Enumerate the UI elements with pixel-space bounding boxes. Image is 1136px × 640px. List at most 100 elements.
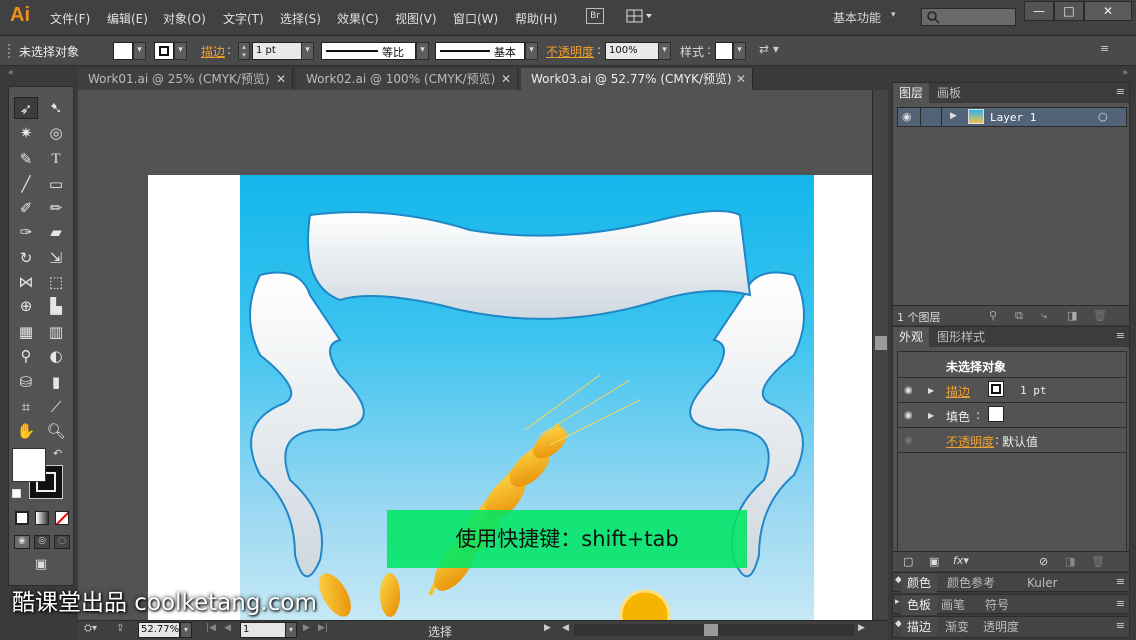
stroke-weight-value[interactable]: 1 pt — [1020, 384, 1047, 397]
horizontal-scrollbar[interactable] — [574, 624, 854, 636]
scrollbar-thumb[interactable] — [704, 624, 718, 636]
default-colors-icon[interactable] — [12, 489, 21, 498]
status-menu-icon[interactable]: ▶ — [544, 623, 551, 633]
menu-object[interactable]: 对象(O) — [163, 10, 206, 27]
visibility-eye-icon[interactable]: ◉ — [904, 410, 913, 421]
none-mode-icon[interactable] — [55, 511, 69, 525]
panel-menu-icon[interactable]: ≡ — [1116, 575, 1125, 588]
export-icon[interactable]: ⇪ — [116, 623, 124, 634]
stroke-dropdown[interactable]: ▾ — [174, 42, 187, 60]
fill-color-box[interactable] — [12, 448, 46, 482]
expand-triangle-icon[interactable]: ▶ — [928, 411, 934, 420]
panel-menu-icon[interactable]: ≡ — [1116, 329, 1125, 342]
maximize-button[interactable]: □ — [1054, 1, 1084, 21]
new-sublayer-icon[interactable]: ⤷ — [1041, 309, 1047, 323]
zoom-tool-icon[interactable]: 🔍︎ — [44, 420, 68, 442]
stroke-weight-field[interactable]: 1 pt — [252, 42, 302, 60]
scroll-left-icon[interactable]: ◀ — [562, 623, 569, 633]
tab-graphic-styles[interactable]: 图形样式 — [931, 327, 991, 347]
menu-help[interactable]: 帮助(H) — [515, 10, 557, 27]
scale-tool-icon[interactable]: ⇲ — [44, 247, 68, 269]
opacity-dropdown[interactable]: ▾ — [658, 42, 671, 60]
tab-color-guide[interactable]: 颜色参考 — [941, 573, 1001, 593]
width-tool-icon[interactable]: ⋈ — [14, 271, 38, 293]
swap-colors-icon[interactable]: ↶ — [53, 447, 62, 460]
draw-behind-icon[interactable]: ◎ — [34, 535, 50, 549]
tab-layers[interactable]: 图层 — [893, 83, 930, 103]
mesh-tool-icon[interactable]: ▦ — [14, 321, 38, 343]
appearance-opacity-label[interactable]: 不透明度 — [946, 433, 994, 450]
previous-page-icon[interactable]: ◀ — [224, 623, 231, 633]
expand-panels-icon[interactable]: » — [1122, 68, 1128, 78]
visibility-eye-icon[interactable]: ◉ — [904, 385, 913, 396]
rectangle-tool-icon[interactable]: ▭ — [44, 173, 68, 195]
menu-window[interactable]: 窗口(W) — [453, 10, 498, 27]
eyedropper-tool-icon[interactable]: ⚲ — [14, 345, 38, 367]
shape-builder-tool-icon[interactable]: ⊕ — [14, 295, 38, 317]
expand-triangle-icon[interactable]: ▶ — [950, 111, 957, 121]
close-icon[interactable]: ✕ — [501, 68, 511, 90]
vertical-scrollbar[interactable] — [872, 90, 888, 620]
document-setup-icon[interactable]: ⇄ ▾ — [759, 42, 789, 60]
menu-file[interactable]: 文件(F) — [50, 10, 90, 27]
scroll-right-icon[interactable]: ▶ — [858, 623, 865, 633]
slice-tool-icon[interactable]: ⟋ — [44, 396, 68, 418]
next-page-icon[interactable]: ▶ — [303, 623, 310, 633]
appearance-stroke-label[interactable]: 描边 — [946, 383, 970, 400]
bridge-button[interactable]: Br — [586, 8, 604, 24]
tab-work02[interactable]: Work02.ai @ 100% (CMYK/预览) ✕ — [296, 68, 518, 90]
layer-name[interactable]: Layer 1 — [990, 111, 1036, 124]
page-dropdown[interactable]: ▾ — [285, 622, 297, 638]
blend-tool-icon[interactable]: ◐ — [44, 345, 68, 367]
draw-inside-icon[interactable]: ◌ — [54, 535, 70, 549]
clear-appearance-icon[interactable]: ⊘ — [1039, 555, 1048, 568]
tab-swatches[interactable]: 色板 — [901, 595, 938, 615]
stroke-stepper[interactable]: ▴ ▾ — [238, 42, 250, 60]
lasso-tool-icon[interactable]: ◎ — [44, 122, 68, 144]
new-layer-icon[interactable]: ◨ — [1067, 309, 1077, 322]
duplicate-item-icon[interactable]: ◨ — [1065, 555, 1075, 568]
opacity-label[interactable]: 不透明度 — [546, 43, 594, 61]
tab-gradient[interactable]: 渐变 — [939, 617, 975, 637]
stroke-swatch[interactable] — [154, 42, 174, 60]
hand-tool-icon[interactable]: ✋ — [14, 420, 38, 442]
color-mode-icon[interactable] — [15, 511, 29, 525]
visibility-eye-icon[interactable]: ◉ — [904, 435, 913, 446]
opacity-field[interactable]: 100% — [605, 42, 659, 60]
brush-dropdown[interactable]: ▾ — [525, 42, 538, 60]
tab-transparency[interactable]: 透明度 — [977, 617, 1025, 637]
fill-swatch[interactable] — [113, 42, 133, 60]
eraser-tool-icon[interactable]: ▰ — [44, 221, 68, 243]
tab-kuler[interactable]: Kuler — [1021, 573, 1064, 593]
add-stroke-icon[interactable]: ▢ — [903, 555, 913, 568]
zoom-field[interactable]: 52.77% — [138, 622, 180, 638]
blob-brush-tool-icon[interactable]: ✑ — [14, 221, 38, 243]
add-effect-icon[interactable]: fx▾ — [953, 554, 969, 567]
menu-edit[interactable]: 编辑(E) — [107, 10, 148, 27]
screen-mode-icon[interactable]: ▣ — [29, 557, 53, 575]
app-status-icon[interactable]: ⛭▾ — [84, 623, 97, 634]
tab-work03[interactable]: Work03.ai @ 52.77% (CMYK/预览) ✕ — [521, 68, 753, 90]
fill-dropdown[interactable]: ▾ — [133, 42, 146, 60]
style-dropdown[interactable]: ▾ — [733, 42, 746, 60]
zoom-dropdown[interactable]: ▾ — [180, 622, 192, 638]
panel-menu-icon[interactable]: ≡ — [1116, 85, 1125, 98]
profile-dropdown[interactable]: ▾ — [416, 42, 429, 60]
tab-color[interactable]: 颜色 — [901, 573, 938, 593]
menu-type[interactable]: 文字(T) — [223, 10, 264, 27]
menu-view[interactable]: 视图(V) — [395, 10, 437, 27]
menu-select[interactable]: 选择(S) — [280, 10, 321, 27]
tab-appearance[interactable]: 外观 — [893, 327, 930, 347]
perspective-grid-tool-icon[interactable]: ▙ — [44, 295, 68, 317]
tab-brushes[interactable]: 画笔 — [935, 595, 971, 615]
tab-symbols[interactable]: 符号 — [979, 595, 1015, 615]
menu-effect[interactable]: 效果(C) — [337, 10, 379, 27]
lock-toggle[interactable] — [920, 108, 942, 126]
panel-menu-icon[interactable]: ≡ — [1100, 42, 1118, 60]
artboard-tool-icon[interactable]: ⌗ — [14, 396, 38, 418]
draw-normal-icon[interactable]: ◉ — [14, 535, 30, 549]
pencil-tool-icon[interactable]: ✏ — [44, 197, 68, 219]
tab-stroke[interactable]: 描边 — [901, 617, 938, 637]
target-circle-icon[interactable]: ○ — [1098, 110, 1108, 123]
selection-tool-icon[interactable]: ➶ — [14, 97, 38, 119]
